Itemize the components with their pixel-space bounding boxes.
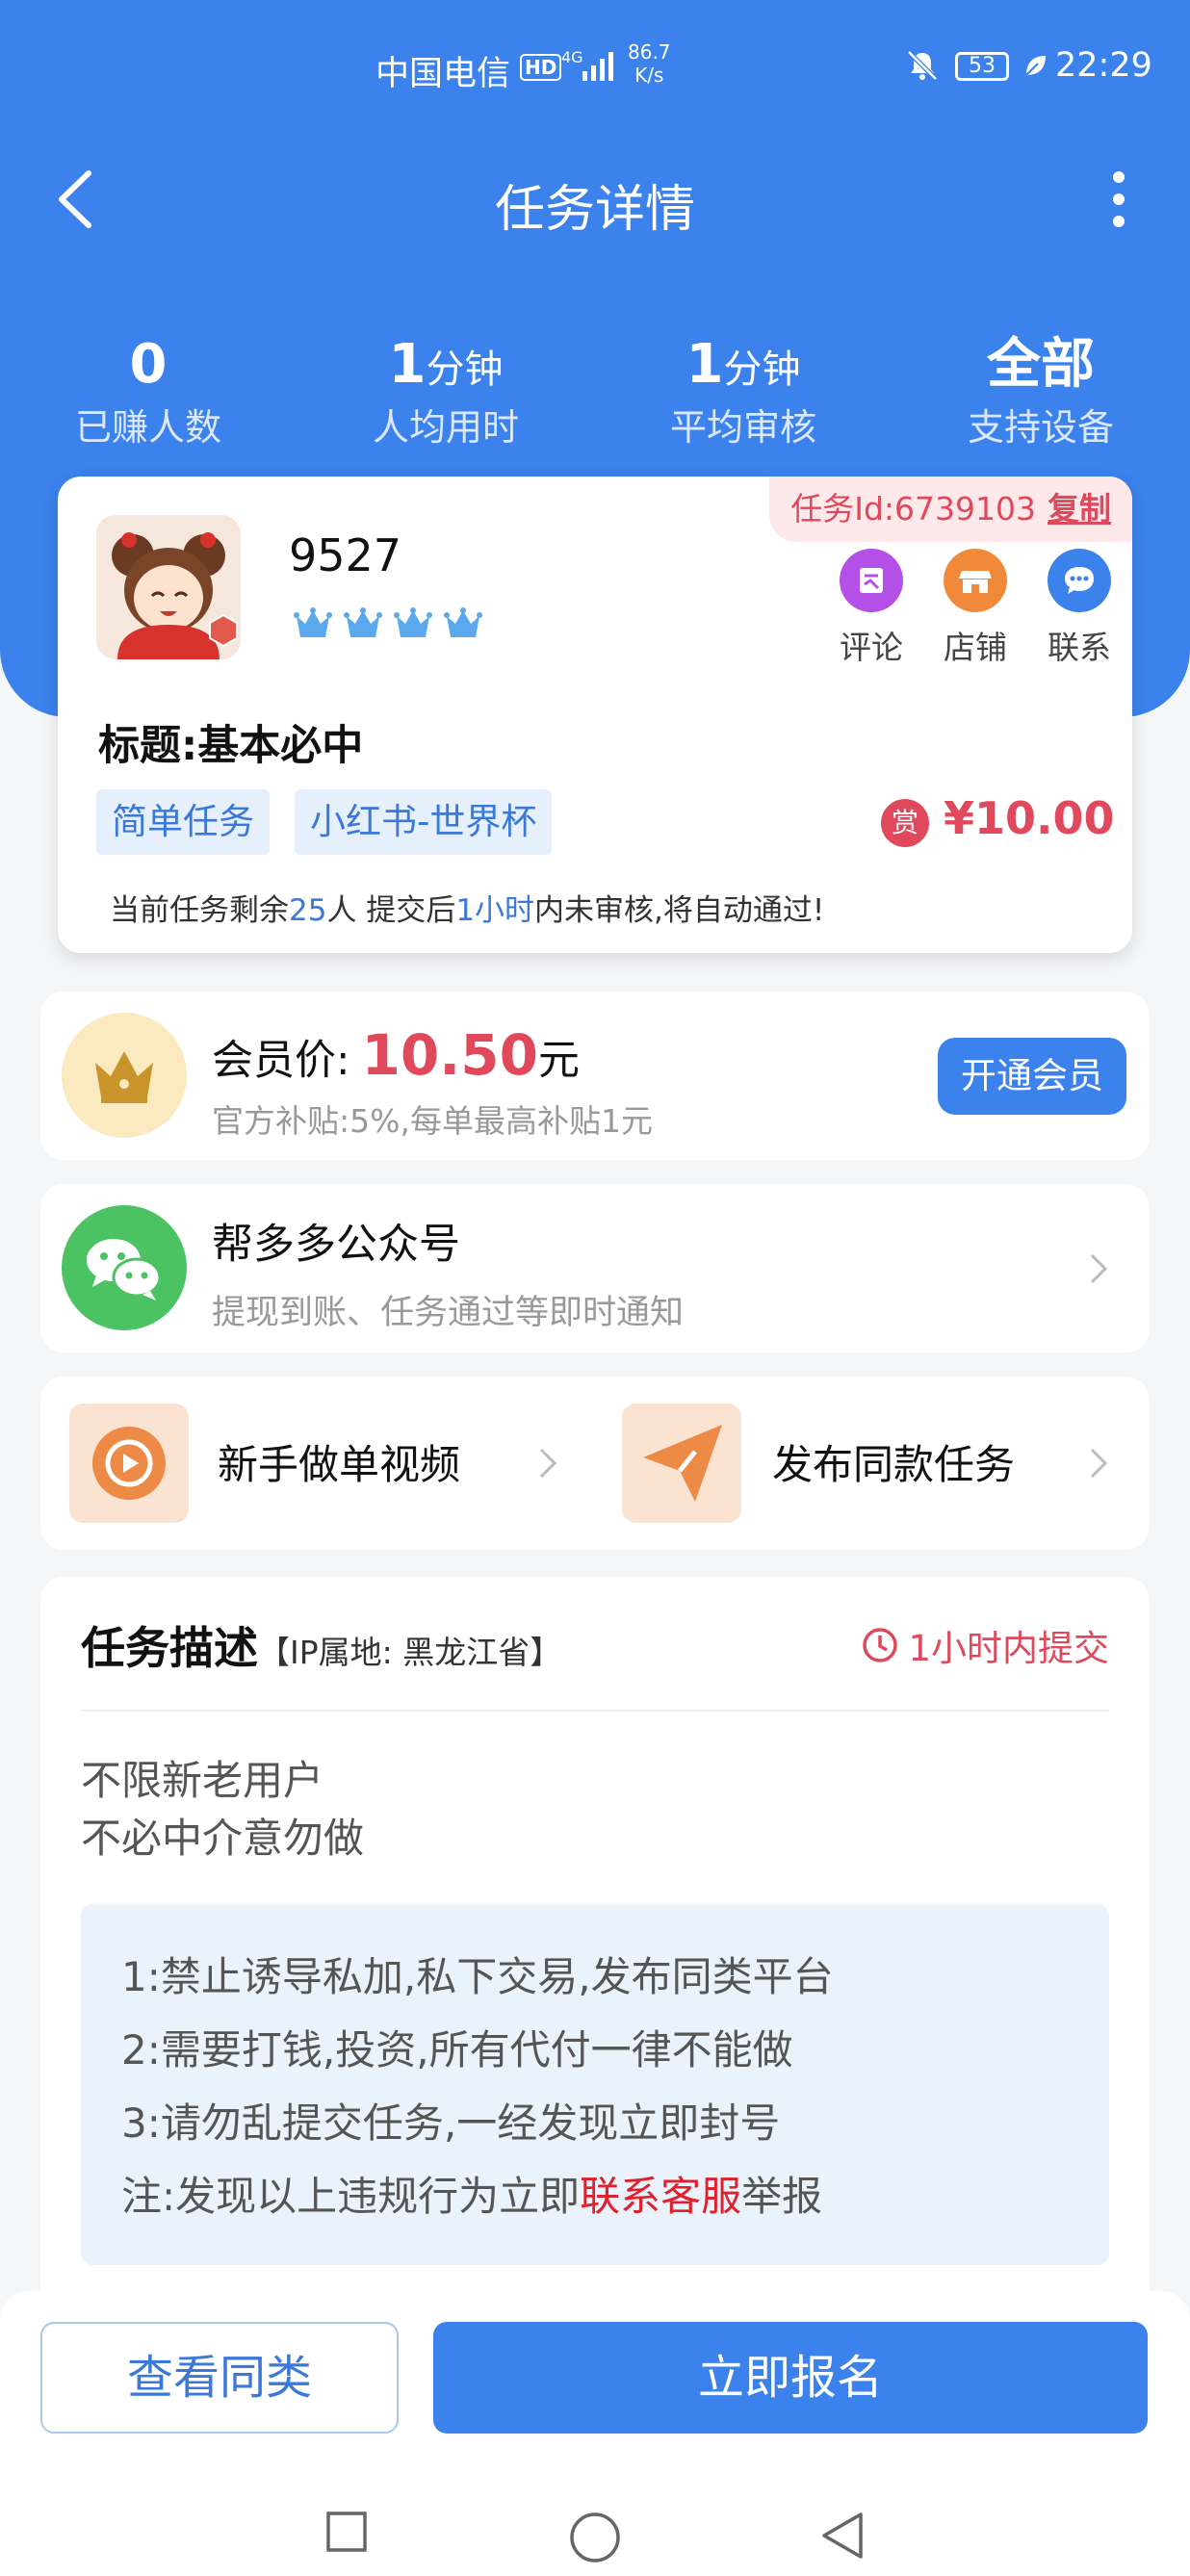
status-bar: 中国电信 HD 4G 86.7 K/s 53 22:29 bbox=[0, 0, 1190, 135]
task-description-card: 任务描述【IP属地: 黑龙江省】 1小时内提交 不限新老用户 不必中介意勿做 1… bbox=[40, 1577, 1150, 2308]
send-icon bbox=[622, 1404, 741, 1523]
stat-value: 1分钟 bbox=[686, 333, 801, 396]
crown-icon bbox=[294, 607, 332, 637]
wechat-icon bbox=[62, 1205, 187, 1330]
rule-item: 3:请勿乱提交任务,一经发现立即封号 bbox=[121, 2099, 781, 2147]
page-title: 任务详情 bbox=[494, 181, 695, 239]
clock: 22:29 bbox=[1055, 46, 1152, 85]
crown-icon bbox=[444, 607, 482, 637]
member-label: 会员价: bbox=[212, 1037, 350, 1085]
chat-icon bbox=[1048, 549, 1111, 612]
signal-icon bbox=[582, 52, 613, 81]
task-card: 任务Id:6739103 复制 9527 评论 店铺 联系 标题:基本必中 简单… bbox=[58, 477, 1132, 953]
member-price-row: 会员价: 10.50元 bbox=[212, 1022, 580, 1088]
tutorial-video-label: 新手做单视频 bbox=[218, 1441, 461, 1488]
stat-devices: 全部 支持设备 bbox=[896, 332, 1185, 452]
reward-amount: ¥10.00 bbox=[944, 792, 1115, 844]
tag-simple-task: 简单任务 bbox=[96, 789, 270, 855]
stat-value: 全部 bbox=[987, 333, 1095, 396]
wechat-title: 帮多多公众号 bbox=[212, 1221, 460, 1269]
reward-icon: 赏 bbox=[881, 799, 929, 847]
deadline-badge: 1小时内提交 bbox=[862, 1619, 1109, 1671]
divider bbox=[81, 1710, 1109, 1712]
rules-box: 1:禁止诱导私加,私下交易,发布同类平台 2:需要打钱,投资,所有代付一律不能做… bbox=[81, 1904, 1109, 2265]
play-icon bbox=[69, 1404, 189, 1523]
description-line: 不限新老用户 bbox=[81, 1757, 324, 1804]
stat-label: 支持设备 bbox=[967, 406, 1114, 449]
shop-label: 店铺 bbox=[944, 629, 1007, 666]
task-id-badge: 任务Id:6739103 复制 bbox=[769, 477, 1132, 542]
leaf-icon bbox=[1025, 56, 1046, 76]
hd-badge: HD bbox=[520, 54, 562, 81]
more-options-icon[interactable] bbox=[1098, 166, 1140, 233]
network-speed: 86.7 K/s bbox=[628, 40, 671, 87]
avatar[interactable] bbox=[96, 515, 241, 659]
stat-label: 人均用时 bbox=[372, 406, 519, 449]
shop-button[interactable]: 店铺 bbox=[932, 549, 1019, 668]
description-line: 不必中介意勿做 bbox=[81, 1815, 365, 1862]
wechat-account-card[interactable]: 帮多多公众号 提现到账、任务通过等即时通知 bbox=[40, 1184, 1150, 1352]
username: 9527 bbox=[289, 529, 402, 581]
member-price: 10.50 bbox=[361, 1022, 538, 1088]
speed-unit: K/s bbox=[634, 64, 664, 87]
shop-icon bbox=[944, 549, 1007, 612]
rule-notice: 注:发现以上违规行为立即联系客服举报 bbox=[121, 2173, 823, 2220]
member-price-card: 会员价: 10.50元 官方补贴:5%,每单最高补贴1元 开通会员 bbox=[40, 992, 1150, 1160]
stat-avg-review: 1分钟 平均审核 bbox=[599, 332, 888, 452]
apply-now-button[interactable]: 立即报名 bbox=[433, 2322, 1148, 2434]
view-similar-button[interactable]: 查看同类 bbox=[40, 2322, 399, 2434]
crown-icon bbox=[394, 607, 432, 637]
speed-value: 86.7 bbox=[628, 40, 671, 64]
stat-avg-time: 1分钟 人均用时 bbox=[301, 332, 590, 452]
home-icon[interactable] bbox=[568, 2511, 622, 2564]
task-note: 当前任务剩余25人 提交后1小时内未审核,将自动通过! bbox=[110, 893, 825, 928]
deadline-text: 1小时内提交 bbox=[908, 1628, 1109, 1669]
battery-indicator: 53 bbox=[955, 52, 1009, 81]
rule-item: 2:需要打钱,投资,所有代付一律不能做 bbox=[121, 2026, 793, 2074]
task-id: 任务Id:6739103 bbox=[790, 490, 1036, 528]
stat-value: 1分钟 bbox=[388, 333, 504, 396]
publish-same-task-label: 发布同款任务 bbox=[772, 1441, 1016, 1488]
ip-location: 【IP属地: 黑龙江省】 bbox=[258, 1634, 562, 1671]
stat-value: 0 bbox=[129, 333, 168, 396]
member-price-unit: 元 bbox=[537, 1037, 580, 1085]
carrier-name: 中国电信 bbox=[375, 55, 511, 93]
back-nav-icon[interactable] bbox=[818, 2511, 865, 2561]
contact-label: 联系 bbox=[1048, 629, 1111, 666]
stat-label: 已赚人数 bbox=[74, 406, 221, 449]
crown-rating bbox=[293, 606, 483, 641]
comment-icon bbox=[840, 549, 903, 612]
mute-bell-icon bbox=[907, 50, 938, 81]
chevron-right-icon bbox=[1090, 1448, 1108, 1479]
open-membership-button[interactable]: 开通会员 bbox=[938, 1038, 1126, 1115]
comment-button[interactable]: 评论 bbox=[828, 549, 915, 668]
task-title: 标题:基本必中 bbox=[98, 722, 364, 770]
comment-label: 评论 bbox=[840, 629, 903, 666]
recent-apps-icon[interactable] bbox=[325, 2511, 368, 2553]
rule-item: 1:禁止诱导私加,私下交易,发布同类平台 bbox=[121, 1953, 834, 2000]
chevron-right-icon bbox=[1090, 1253, 1108, 1284]
battery-level: 53 bbox=[969, 54, 996, 78]
copy-id-button[interactable]: 复制 bbox=[1048, 490, 1111, 528]
chevron-right-icon bbox=[539, 1448, 557, 1479]
stat-earned-count: 0 已赚人数 bbox=[4, 332, 293, 452]
quick-actions-card: 新手做单视频 发布同款任务 bbox=[40, 1377, 1150, 1550]
wechat-subtitle: 提现到账、任务通过等即时通知 bbox=[212, 1294, 685, 1332]
description-title: 任务描述【IP属地: 黑龙江省】 bbox=[81, 1622, 562, 1674]
bottom-action-bar: 查看同类 立即报名 bbox=[0, 2291, 1190, 2576]
stat-label: 平均审核 bbox=[669, 406, 816, 449]
clock-icon bbox=[863, 1628, 898, 1662]
tag-category: 小红书-世界杯 bbox=[295, 789, 553, 855]
contact-button[interactable]: 联系 bbox=[1036, 549, 1123, 668]
member-crown-icon bbox=[62, 1013, 187, 1138]
crown-icon bbox=[344, 607, 382, 637]
contact-support-link[interactable]: 联系客服 bbox=[580, 2173, 741, 2220]
member-subsidy: 官方补贴:5%,每单最高补贴1元 bbox=[212, 1102, 653, 1140]
